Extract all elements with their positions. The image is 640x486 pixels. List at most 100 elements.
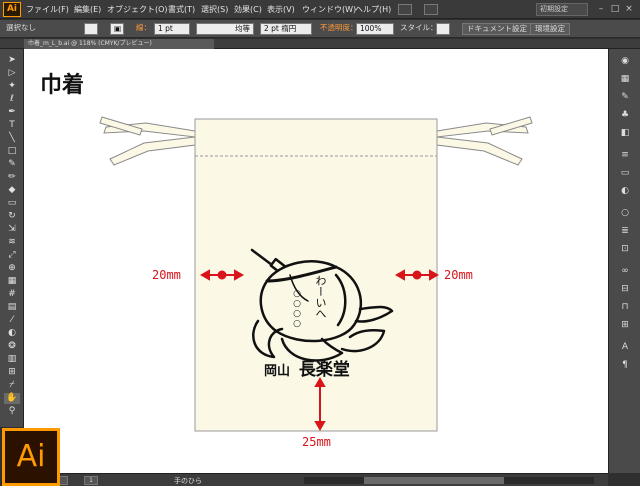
stroke-profile-select[interactable]: 均等	[196, 23, 254, 35]
artboard-icon[interactable]: ⊞	[4, 367, 20, 378]
stroke-swatch[interactable]: ▣	[110, 23, 124, 35]
margin-right-label: 20mm	[444, 268, 473, 282]
margin-left-indicator	[199, 269, 245, 281]
document-tab-bar: 巾着_m_L_b.ai @ 118% (CMYK/プレビュー)	[0, 39, 640, 49]
pen-icon[interactable]: ✒	[4, 107, 20, 118]
document-setup-button[interactable]: ドキュメント設定	[462, 23, 532, 35]
shape-builder-icon[interactable]: ⊕	[4, 263, 20, 274]
brush-select[interactable]: 2 pt 楕円	[260, 23, 312, 35]
current-tool-label: 手のひら	[174, 477, 202, 485]
warp-icon[interactable]: ≋	[4, 237, 20, 248]
illustrator-logo-icon-large: Ai	[2, 428, 60, 486]
artwork-svg	[99, 116, 533, 432]
artboard-number-field[interactable]: 1	[84, 476, 98, 485]
workspace-switcher[interactable]: 初期設定	[536, 3, 588, 16]
transform-icon[interactable]: ⊞	[618, 319, 632, 331]
align-icon[interactable]: ⊟	[618, 283, 632, 295]
drawstring-left	[99, 116, 196, 166]
free-transform-icon[interactable]: ⤢	[4, 250, 20, 261]
symbols-icon[interactable]: ♣	[618, 109, 632, 121]
tools-panel: ➤ ▷ ✦ ℓ ✒ T ╲ □ ✎ ✏ ◆ ▭ ↻ ⇲ ≋ ⤢ ⊕ ▦ # ▤ …	[0, 49, 24, 427]
pathfinder-icon[interactable]: ⊓	[618, 301, 632, 313]
transparency-icon[interactable]: ◐	[618, 185, 632, 197]
margin-bottom-label: 25mm	[302, 435, 331, 449]
rotate-icon[interactable]: ↻	[4, 211, 20, 222]
scrollbar-thumb[interactable]	[364, 477, 504, 484]
eyedropper-icon[interactable]: ⁄	[4, 315, 20, 326]
slice-icon[interactable]: ⌿	[4, 380, 20, 391]
menu-file[interactable]: ファイル(F)	[26, 4, 69, 15]
menu-help[interactable]: ヘルプ(H)	[355, 4, 391, 15]
document-tab[interactable]: 巾着_m_L_b.ai @ 118% (CMYK/プレビュー)	[24, 39, 214, 49]
blend-icon[interactable]: ◐	[4, 328, 20, 339]
perspective-icon[interactable]: ▦	[4, 276, 20, 287]
menu-edit[interactable]: 編集(E)	[74, 4, 101, 15]
graphic-style-swatch[interactable]	[436, 23, 450, 35]
paragraph-icon[interactable]: ¶	[618, 359, 632, 371]
rectangle-icon[interactable]: □	[4, 146, 20, 157]
lasso-icon[interactable]: ℓ	[4, 94, 20, 105]
style-label: スタイル：	[400, 23, 438, 32]
opacity-field[interactable]: 100%	[356, 23, 394, 35]
menu-view[interactable]: 表示(V)	[267, 4, 295, 15]
gradient-panel-icon[interactable]: ▭	[618, 167, 632, 179]
menu-object[interactable]: オブジェクト(O)	[107, 4, 168, 15]
margin-left-label: 20mm	[152, 268, 181, 282]
fill-swatch[interactable]	[84, 23, 98, 35]
symbol-sprayer-icon[interactable]: ❂	[4, 341, 20, 352]
menu-type[interactable]: 書式(T)	[168, 4, 195, 15]
scale-icon[interactable]: ⇲	[4, 224, 20, 235]
direct-selection-icon[interactable]: ▷	[4, 68, 20, 79]
stroke-icon[interactable]: ≡	[618, 149, 632, 161]
graph-icon[interactable]: ▥	[4, 354, 20, 365]
brushes-icon[interactable]: ✎	[618, 91, 632, 103]
appearance-icon[interactable]: ○	[618, 207, 632, 219]
layers-icon[interactable]: ≣	[618, 225, 632, 237]
color-icon[interactable]: ◉	[618, 55, 632, 67]
horizontal-scrollbar[interactable]	[304, 477, 594, 484]
margin-right-indicator	[394, 269, 440, 281]
stroke-weight-field[interactable]: 1 pt	[154, 23, 190, 35]
gradient-icon[interactable]: ▤	[4, 302, 20, 313]
paintbrush-icon[interactable]: ✎	[4, 159, 20, 170]
brand-title: 長楽堂	[298, 360, 350, 380]
drawstring-right	[436, 116, 533, 166]
mesh-icon[interactable]: #	[4, 289, 20, 300]
line-icon[interactable]: ╲	[4, 133, 20, 144]
illustrator-logo-icon: Ai	[3, 2, 21, 17]
menu-window[interactable]: ウィンドウ(W)	[302, 4, 356, 15]
logo-circle-text: ○○○○	[292, 289, 302, 329]
close-button[interactable]: ×	[622, 3, 636, 16]
pencil-icon[interactable]: ✏	[4, 172, 20, 183]
magic-wand-icon[interactable]: ✦	[4, 81, 20, 92]
maximize-button[interactable]: □	[608, 3, 622, 16]
menu-select[interactable]: 選択(S)	[201, 4, 228, 15]
character-icon[interactable]: A	[618, 341, 632, 353]
graphic-styles-icon[interactable]: ◧	[618, 127, 632, 139]
selection-icon[interactable]: ➤	[4, 55, 20, 66]
brand-name: 岡山 長楽堂	[264, 355, 350, 380]
panel-dock: ◉ ▦ ✎ ♣ ◧ ≡ ▭ ◐ ○ ≣ ⊡ ∞ ⊟ ⊓ ⊞ A ¶	[608, 49, 640, 473]
blob-brush-icon[interactable]: ◆	[4, 185, 20, 196]
hand-icon[interactable]: ✋	[4, 393, 20, 404]
links-icon[interactable]: ∞	[618, 265, 632, 277]
minimize-button[interactable]: –	[594, 3, 608, 16]
eraser-icon[interactable]: ▭	[4, 198, 20, 209]
control-bar: 選択なし ▣ 線： 1 pt 均等 2 pt 楕円 不透明度： 100% スタイ…	[0, 20, 640, 38]
brand-location: 岡山	[264, 364, 291, 379]
logo-vertical-text: わーいへ	[314, 275, 327, 319]
artboards-icon[interactable]: ⊡	[618, 243, 632, 255]
bridge-icon[interactable]	[398, 4, 412, 15]
status-bar: 118% 1 手のひら	[24, 473, 608, 486]
stroke-label[interactable]: 線：	[136, 23, 151, 35]
menu-bar: Ai ファイル(F) 編集(E) オブジェクト(O) 書式(T) 選択(S) 効…	[0, 0, 640, 19]
menu-effect[interactable]: 効果(C)	[234, 4, 262, 15]
opacity-label[interactable]: 不透明度：	[320, 23, 358, 35]
swatches-icon[interactable]: ▦	[618, 73, 632, 85]
zoom-icon[interactable]: ⚲	[4, 406, 20, 417]
arrange-documents-icon[interactable]	[424, 4, 438, 15]
selection-status: 選択なし	[6, 23, 36, 32]
preferences-button[interactable]: 環境設定	[530, 23, 570, 35]
type-icon[interactable]: T	[4, 120, 20, 131]
artboard-canvas[interactable]: 巾着 わーいへ ○○○○ 岡山 長楽堂 20mm 20mm 25mm	[24, 49, 608, 473]
